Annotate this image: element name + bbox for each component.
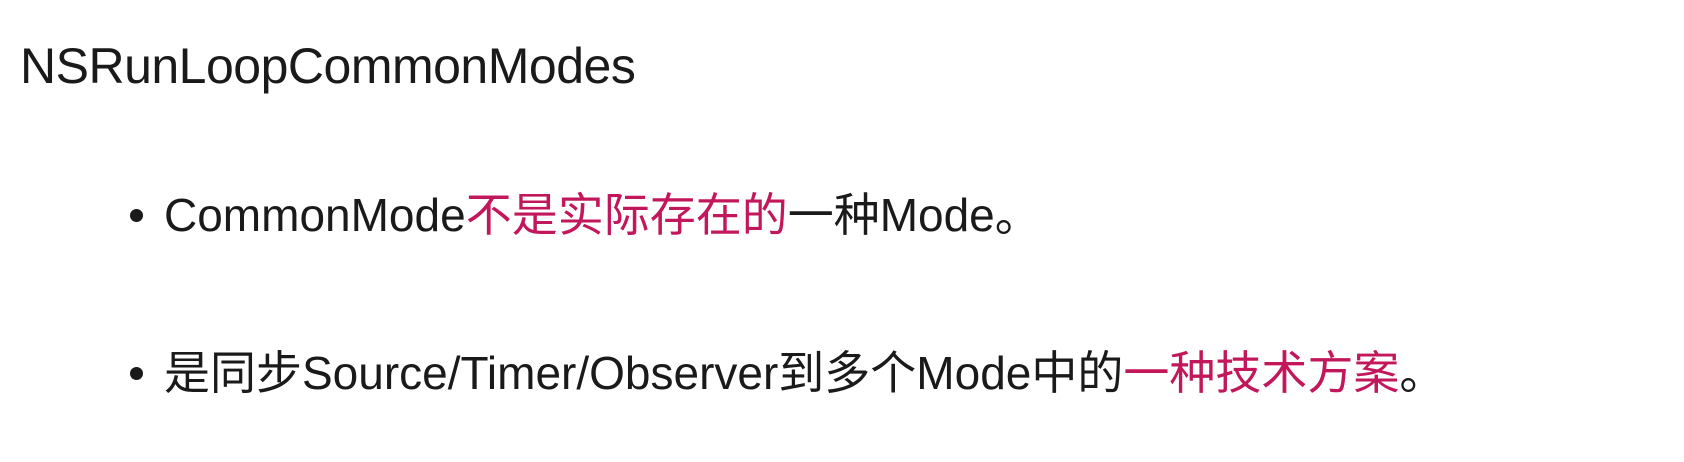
bullet-dot-icon <box>130 209 143 222</box>
bullet-list: CommonMode不是实际存在的一种Mode。 是同步Source/Timer… <box>128 185 1445 403</box>
bullet-text-highlight: 一种技术方案 <box>1123 347 1400 399</box>
bullet-text-plain: 是同步Source/Timer/Observer到多个Mode中的 <box>164 347 1124 399</box>
bullet-dot-icon <box>130 367 143 380</box>
slide: NSRunLoopCommonModes CommonMode不是实际存在的一种… <box>0 0 1684 462</box>
bullet-text-highlight: 不是实际存在的 <box>465 189 788 241</box>
bullet-item: CommonMode不是实际存在的一种Mode。 <box>128 185 1445 245</box>
bullet-text-plain: 。 <box>1399 347 1446 399</box>
bullet-text-plain: 一种Mode。 <box>787 189 1041 241</box>
bullet-text-plain: CommonMode <box>164 189 466 241</box>
slide-title: NSRunLoopCommonModes <box>20 38 636 94</box>
bullet-item: 是同步Source/Timer/Observer到多个Mode中的一种技术方案。 <box>128 343 1445 403</box>
